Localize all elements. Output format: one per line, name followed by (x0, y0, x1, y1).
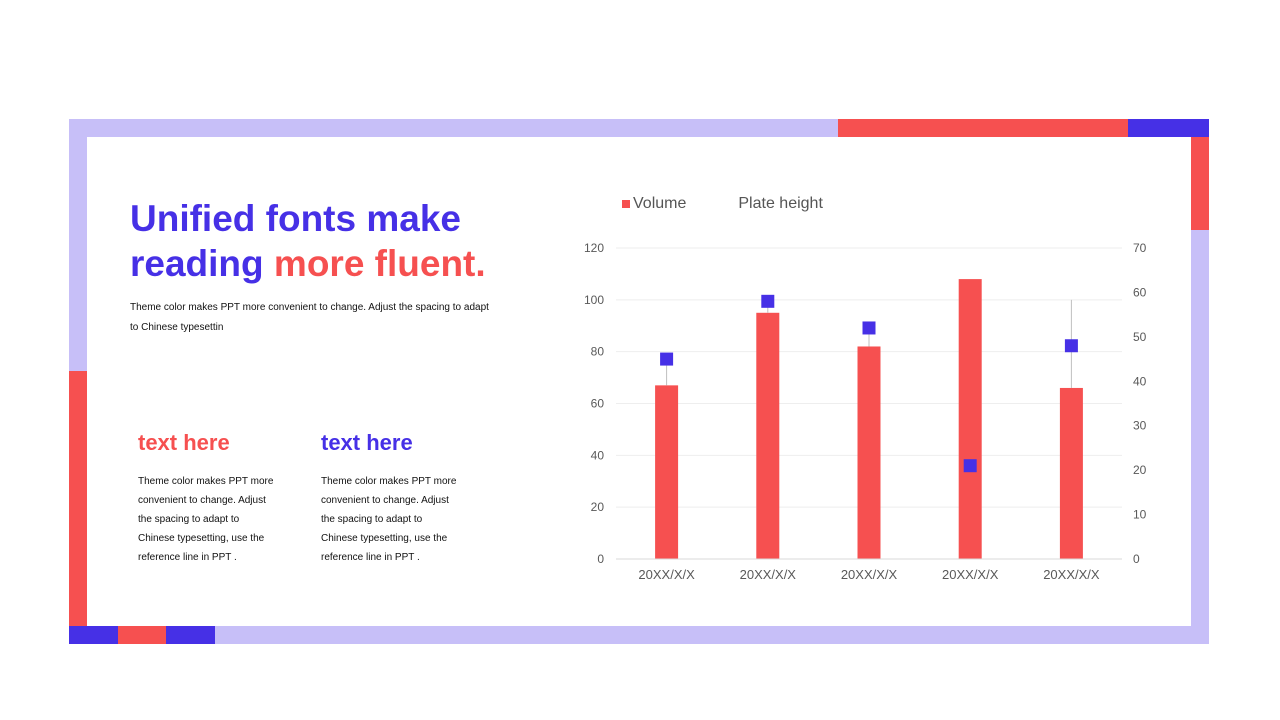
point-plate-height (660, 352, 674, 366)
point-plate-height (761, 294, 775, 308)
bar-volume (756, 312, 780, 559)
x-tick-label: 20XX/X/X (740, 567, 797, 582)
y2-tick-label: 70 (1133, 241, 1147, 255)
point-plate-height (1064, 339, 1078, 353)
bar-volume (857, 346, 881, 559)
y-tick-label: 120 (584, 241, 604, 255)
x-tick-label: 20XX/X/X (841, 567, 898, 582)
slide-title: Unified fonts make reading more fluent. (130, 196, 550, 286)
y2-tick-label: 60 (1133, 285, 1147, 299)
title-accent-text: more fluent. (273, 243, 486, 284)
y2-tick-label: 30 (1133, 419, 1147, 433)
column-2-body: Theme color makes PPT more convenient to… (321, 476, 457, 563)
y-tick-label: 60 (591, 397, 605, 411)
combo-chart: 0 20 40 60 80 100 120 0 10 20 30 40 50 60 70 20XX/X/X 20… (584, 241, 1147, 582)
legend-swatch-volume (622, 200, 630, 208)
y2-tick-label: 40 (1133, 374, 1147, 388)
bar-volume (1059, 387, 1083, 559)
column-1-body: Theme color makes PPT more convenient to… (138, 476, 274, 563)
legend-label-volume: Volume (633, 195, 687, 212)
slide-subtitle: Theme color makes PPT more convenient to… (130, 302, 489, 333)
x-tick-label: 20XX/X/X (942, 567, 999, 582)
frame-accent-top-red (838, 119, 1128, 137)
frame-accent-bottom-blue-1 (69, 626, 118, 644)
chart-legend: Volume Plate height (622, 195, 823, 213)
y2-tick-label: 0 (1133, 552, 1140, 566)
frame-accent-bottom-red (118, 626, 166, 644)
frame-accent-bottom-blue-2 (166, 626, 215, 644)
bar-volume (958, 279, 982, 559)
y-tick-label: 20 (591, 500, 605, 514)
y2-tick-label: 10 (1133, 508, 1147, 522)
frame-accent-top-blue (1128, 119, 1209, 137)
x-tick-label: 20XX/X/X (1043, 567, 1100, 582)
frame-accent-right-red (1191, 137, 1209, 230)
point-plate-height (862, 321, 876, 335)
y2-tick-label: 20 (1133, 463, 1147, 477)
x-tick-label: 20XX/X/X (638, 567, 695, 582)
column-2-heading: text here (321, 430, 413, 455)
frame-accent-left-red (69, 371, 87, 626)
point-plate-height (963, 459, 977, 473)
y-tick-label: 40 (591, 448, 605, 462)
y-tick-label: 0 (597, 552, 604, 566)
bar-volume (655, 385, 679, 559)
column-1-heading: text here (138, 430, 230, 455)
y2-tick-label: 50 (1133, 330, 1147, 344)
y-tick-label: 100 (584, 293, 604, 307)
y-tick-label: 80 (591, 345, 605, 359)
legend-label-plate-height: Plate height (738, 195, 823, 212)
